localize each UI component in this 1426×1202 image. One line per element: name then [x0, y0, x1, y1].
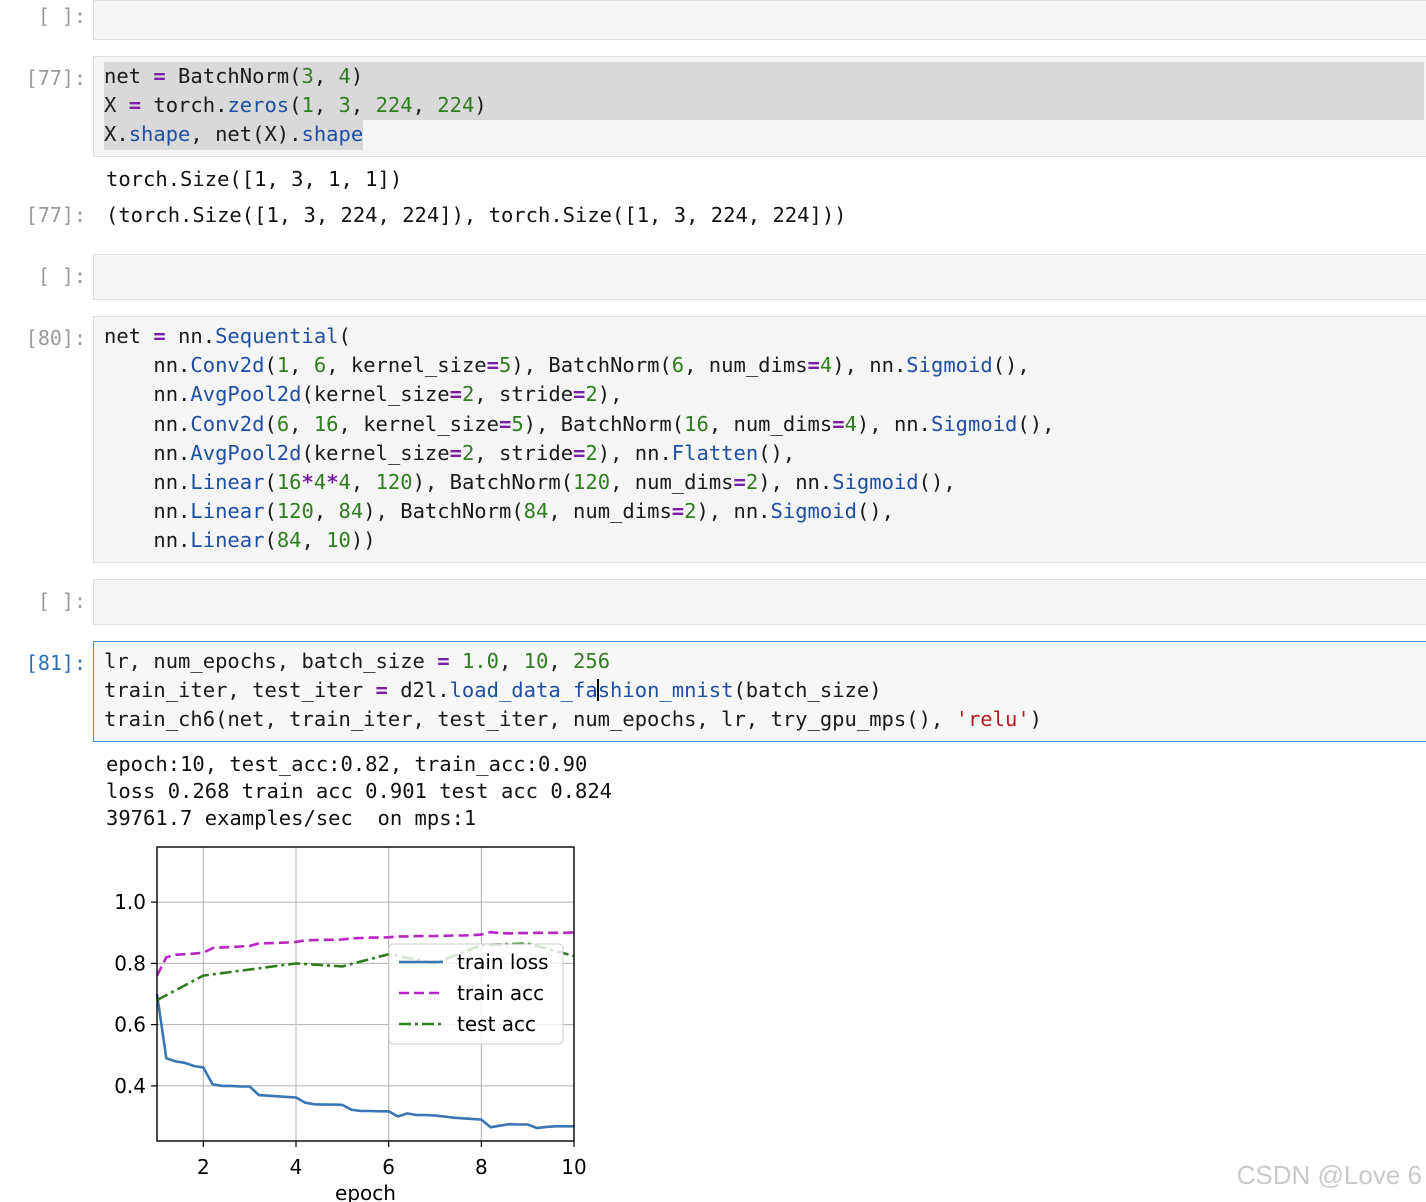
x-tick-label: 4 [290, 1155, 303, 1179]
legend-label: test acc [457, 1012, 536, 1036]
cell-prompt: [ ]: [37, 4, 86, 28]
cell-prompt: [ ]: [37, 589, 86, 613]
cell-prompt: [ ]: [37, 264, 86, 288]
legend-label: train acc [457, 981, 544, 1005]
x-tick-label: 8 [475, 1155, 488, 1179]
legend-label: train loss [457, 950, 549, 974]
cell-result: (torch.Size([1, 3, 224, 224]), torch.Siz… [106, 203, 847, 227]
code-cell-77[interactable]: net = BatchNorm(3, 4) X = torch.zeros(1,… [93, 56, 1426, 157]
y-tick-label: 0.6 [114, 1013, 146, 1037]
watermark: CSDN @Love 6 [1236, 1160, 1422, 1190]
cell-prompt: [77]: [25, 66, 86, 90]
code-editor[interactable]: net = BatchNorm(3, 4) X = torch.zeros(1,… [104, 62, 1424, 150]
code-cell-empty[interactable] [93, 579, 1426, 625]
y-tick-label: 0.4 [114, 1074, 146, 1098]
stdout-line: 39761.7 examples/sec on mps:1 [106, 806, 477, 830]
x-tick-label: 6 [382, 1155, 395, 1179]
x-axis-label: epoch [335, 1181, 396, 1202]
stdout-line: loss 0.268 train acc 0.901 test acc 0.82… [106, 779, 613, 803]
y-tick-label: 0.8 [114, 951, 146, 975]
stdout-line: epoch:10, test_acc:0.82, train_acc:0.90 [106, 752, 588, 776]
code-editor[interactable]: lr, num_epochs, batch_size = 1.0, 10, 25… [104, 647, 1042, 735]
cell-stdout: epoch:10, test_acc:0.82, train_acc:0.90 … [106, 751, 612, 832]
code-editor[interactable]: net = nn.Sequential( nn.Conv2d(1, 6, ker… [104, 322, 1054, 556]
training-chart: 2 4 6 8 10 0.4 0.6 0.8 1.0 train loss train acc te… [114, 846, 587, 1202]
cell-prompt: [81]: [25, 651, 86, 675]
cell-stdout: torch.Size([1, 3, 1, 1]) [106, 167, 403, 191]
cell-prompt: [80]: [25, 326, 86, 350]
x-tick-label: 10 [561, 1155, 586, 1179]
chart-legend: train loss train acc test acc [388, 943, 564, 1045]
code-cell-empty[interactable] [93, 254, 1426, 300]
output-prompt: [77]: [25, 203, 86, 227]
code-cell-80[interactable]: net = nn.Sequential( nn.Conv2d(1, 6, ker… [93, 316, 1426, 563]
y-tick-label: 1.0 [114, 890, 146, 914]
code-cell-empty[interactable] [93, 0, 1426, 40]
code-cell-81[interactable]: lr, num_epochs, batch_size = 1.0, 10, 25… [93, 641, 1426, 742]
x-tick-label: 2 [197, 1155, 210, 1179]
